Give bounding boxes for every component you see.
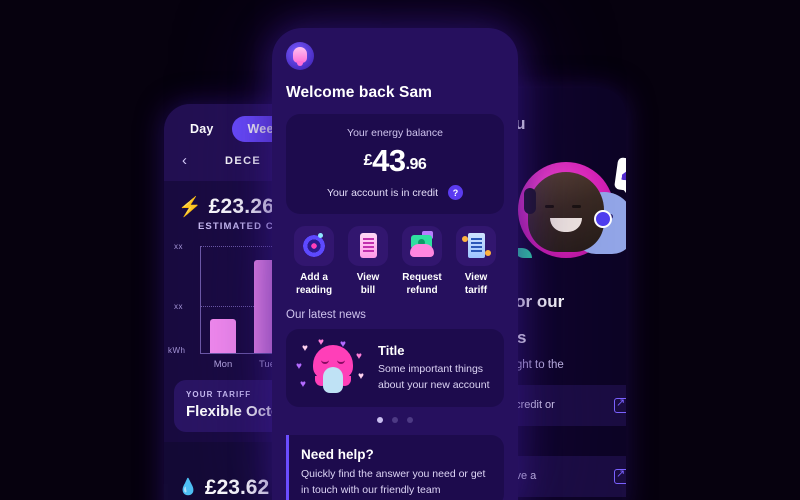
label-line2: tariff [464,284,488,296]
balance-currency: £ [363,152,373,169]
gas-amount: £23.62 [204,476,270,499]
label-line1: Add a [300,272,328,283]
action-request-refund-label: Request refund [398,272,446,297]
action-view-bill-label: View bill [344,272,392,297]
balance-status-row: Your account is in credit ? [296,185,494,200]
quick-actions: Add a reading View bill Request refund V… [286,226,504,297]
bar-mon[interactable] [210,319,236,353]
chart-y-axis [200,246,201,354]
label-line1: View [356,272,380,283]
need-help-body: Quickly find the answer you need or get … [301,468,486,496]
agent-face-icon [528,172,604,252]
carousel-dot-2[interactable] [392,417,398,423]
month-label: DECE [225,154,262,167]
baby-octopus-shape [323,367,343,393]
balance-label: Your energy balance [347,127,443,139]
action-add-reading-label: Add a reading [290,272,338,297]
bolt-icon: ⚡ [178,196,202,218]
hand-shape [410,244,434,257]
x-label-mon: Mon [213,359,233,370]
action-view-tariff[interactable]: View tariff [452,226,500,297]
screenshot-stage: Day Week M ‹ DECE ⚡ £23.26 ESTIMATED COS… [0,0,800,500]
action-view-bill[interactable]: View bill [344,226,392,297]
octopus-hugging-icon: ♥ ♥ ♥ ♥ ♥ ♥ ♥ [296,337,368,399]
balance-status: Your account is in credit [326,186,439,199]
label-line2: reading [295,284,333,296]
label-line1: Request [402,272,442,283]
receipt-icon [456,226,496,266]
y-axis-unit: kWh [168,346,186,355]
external-link-icon-2[interactable] [614,467,626,484]
balance-decimal: .96 [405,156,427,173]
dial-shape [303,233,325,257]
message-bubble-graph [621,167,626,184]
heart-icon-1: ♥ [302,343,308,354]
receipt-shape [468,233,485,258]
need-help-card: Need help? Quickly find the answer you n… [286,435,504,500]
headphones-icon [524,188,536,214]
paper-shape [360,233,377,258]
carousel-dots [286,417,504,423]
center-phone-mockup: Welcome back Sam Your energy balance £43… [272,28,518,500]
avatar-octopus-shape [293,47,307,66]
water-drop-icon: 💧 [178,479,198,496]
y-tick-top: xx [174,242,183,251]
action-view-tariff-label: View tariff [452,272,500,297]
center-phone-screen: Welcome back Sam Your energy balance £43… [272,28,518,500]
meter-dial-icon [294,226,334,266]
label-line1: View [464,272,488,283]
octopus-eye-left [321,359,329,364]
label-line2: refund [406,284,438,296]
news-text: Title Some important things about your n… [378,343,492,392]
energy-balance-card: Your energy balance £43.96 Your account … [286,114,504,214]
electricity-amount: £23.26 [208,195,275,218]
need-help-title: Need help? [301,447,374,462]
balance-amount: £43.96 [296,143,494,179]
agent-smile-icon [550,218,582,232]
page-title: Welcome back Sam [286,84,433,101]
octopus-avatar[interactable] [286,42,314,70]
message-bubble-icon [613,157,626,195]
bill-document-icon [348,226,388,266]
heart-icon-5: ♥ [296,361,302,372]
news-title: Title [378,343,405,359]
octopus-eye-right [337,359,345,364]
balance-whole: 43 [372,143,406,178]
orange-dot-2 [485,250,491,256]
news-card[interactable]: ♥ ♥ ♥ ♥ ♥ ♥ ♥ Title Some important thing… [286,329,504,407]
cash-hand-icon [402,226,442,266]
label-line2: bill [360,284,376,296]
action-add-reading[interactable]: Add a reading [290,226,338,297]
tab-day[interactable]: Day [180,116,224,142]
badge-icon [594,210,612,228]
news-body: Some important things about your new acc… [378,363,490,391]
action-request-refund[interactable]: Request refund [398,226,446,297]
external-link-icon[interactable] [614,396,626,413]
chevron-left-icon[interactable]: ‹ [182,152,187,169]
carousel-dot-1[interactable] [377,417,383,423]
agent-eye-right [572,205,581,208]
help-question-icon[interactable]: ? [448,185,464,200]
news-section-heading: Our latest news [286,309,366,321]
agent-eye-left [545,205,554,208]
y-tick-mid: xx [174,302,183,311]
heart-icon-6: ♥ [358,371,364,382]
carousel-dot-3[interactable] [407,417,413,423]
heart-icon-4: ♥ [356,351,362,362]
heart-icon-7: ♥ [300,379,306,390]
